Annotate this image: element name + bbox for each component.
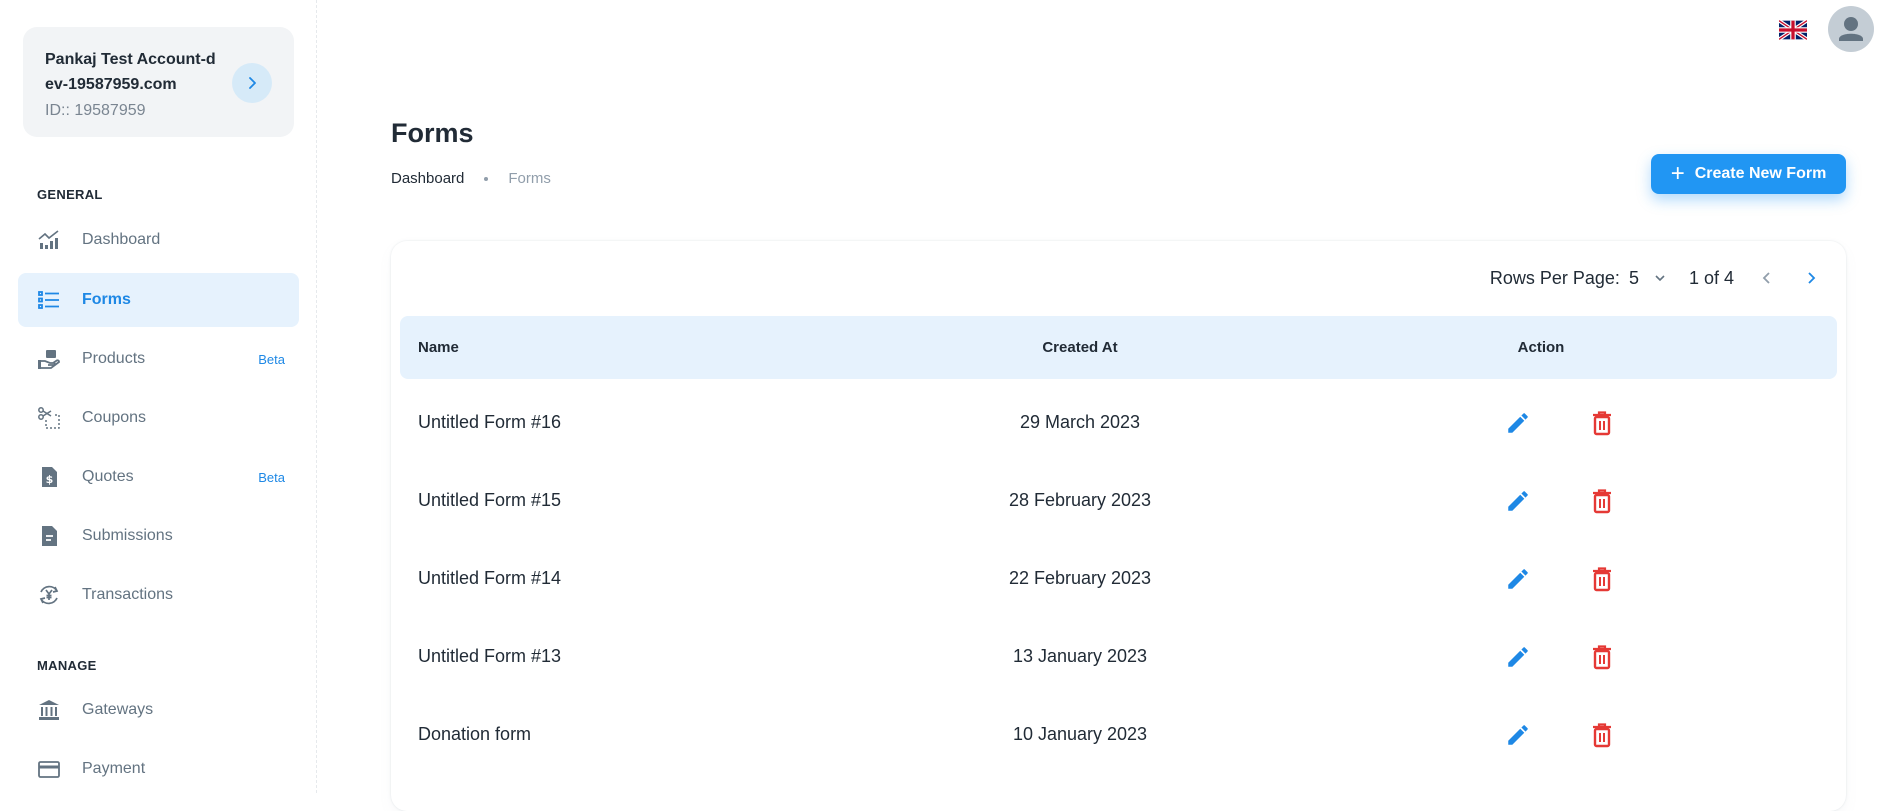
table-header: Name Created At Action	[400, 316, 1837, 379]
rows-per-page-label: Rows Per Page:	[1489, 267, 1620, 288]
chevron-right-icon	[1808, 272, 1816, 284]
edit-icon[interactable]	[1504, 409, 1532, 437]
table-row: Untitled Form #16 29 March 2023	[400, 383, 1837, 461]
delete-icon[interactable]	[1588, 721, 1616, 749]
delete-icon[interactable]	[1588, 565, 1616, 593]
sidebar-item-coupons[interactable]: Coupons	[18, 391, 299, 445]
sidebar-item-label: Coupons	[82, 409, 147, 426]
account-card[interactable]: Pankaj Test Account-dev-19587959.com ID:…	[23, 27, 294, 137]
delete-icon[interactable]	[1588, 643, 1616, 671]
edit-icon[interactable]	[1504, 487, 1532, 515]
sidebar-item-submissions[interactable]: Submissions	[18, 509, 299, 563]
column-header-name: Name	[418, 339, 459, 356]
sidebar-item-payment[interactable]: Payment	[18, 742, 299, 796]
invoice-dollar-icon: $	[36, 464, 62, 490]
account-id: ID:: 19587959	[45, 102, 146, 119]
sidebar-item-products[interactable]: Products Beta	[18, 332, 299, 386]
sidebar-item-transactions[interactable]: Transactions	[18, 568, 299, 622]
column-header-created-at: Created At	[1042, 339, 1118, 356]
form-name[interactable]: Untitled Form #14	[418, 539, 561, 617]
form-created-at: 29 March 2023	[1019, 412, 1141, 432]
column-header-action: Action	[1517, 339, 1565, 356]
sidebar-item-quotes[interactable]: $ Quotes Beta	[18, 450, 299, 504]
pagination: Rows Per Page: 5 1 of 4	[1490, 263, 1826, 293]
coupon-scissors-icon	[36, 405, 62, 431]
account-name: Pankaj Test Account-dev-19587959.com	[45, 51, 216, 93]
sidebar-item-dashboard[interactable]: Dashboard	[18, 213, 299, 267]
svg-text:$: $	[46, 473, 54, 486]
table-row: Untitled Form #13 13 January 2023	[400, 617, 1837, 695]
table-row: Untitled Form #15 28 February 2023	[400, 461, 1837, 539]
form-name[interactable]: Untitled Form #16	[418, 383, 561, 461]
delete-icon[interactable]	[1588, 409, 1616, 437]
beta-badge: Beta	[258, 469, 285, 485]
chevron-right-icon	[249, 77, 256, 89]
sidebar-item-label: Forms	[82, 291, 131, 308]
analytics-icon	[36, 227, 62, 253]
rows-per-page-select[interactable]: 5	[1629, 268, 1639, 289]
table-row: Untitled Form #14 22 February 2023	[400, 539, 1837, 617]
product-hand-icon	[36, 346, 62, 372]
sidebar-item-gateways[interactable]: Gateways	[18, 683, 299, 737]
prev-page-button[interactable]	[1752, 263, 1782, 293]
section-title-manage: MANAGE	[37, 658, 97, 673]
form-name[interactable]: Untitled Form #15	[418, 461, 561, 539]
create-new-form-button[interactable]: + Create New Form	[1651, 154, 1846, 194]
forms-table-card: Rows Per Page: 5 1 of 4 Name Created At …	[391, 241, 1846, 811]
uk-flag-icon[interactable]	[1777, 19, 1809, 41]
form-created-at: 10 January 2023	[1012, 724, 1148, 744]
form-created-at: 28 February 2023	[1008, 490, 1152, 510]
account-switch-button[interactable]	[232, 63, 272, 103]
chevron-down-icon[interactable]	[1653, 271, 1667, 285]
document-icon	[36, 523, 62, 549]
user-avatar-icon[interactable]	[1828, 6, 1874, 52]
sidebar-item-label: Transactions	[82, 586, 173, 603]
sidebar-item-label: Quotes	[82, 468, 134, 485]
next-page-button[interactable]	[1796, 263, 1826, 293]
edit-icon[interactable]	[1504, 643, 1532, 671]
sidebar-item-label: Submissions	[82, 527, 173, 544]
sidebar-item-label: Payment	[82, 760, 146, 777]
sidebar-item-label: Dashboard	[82, 231, 161, 248]
form-created-at: 22 February 2023	[1008, 568, 1152, 588]
currency-exchange-icon	[36, 582, 62, 608]
sidebar-item-label: Gateways	[82, 701, 154, 718]
breadcrumb-separator	[484, 176, 489, 181]
edit-icon[interactable]	[1504, 721, 1532, 749]
bank-icon	[36, 697, 62, 723]
form-name[interactable]: Untitled Form #13	[418, 617, 561, 695]
form-name[interactable]: Donation form	[418, 695, 531, 773]
delete-icon[interactable]	[1588, 487, 1616, 515]
sidebar-item-forms[interactable]: Forms	[18, 273, 299, 327]
plus-icon: +	[1670, 160, 1685, 187]
form-created-at: 13 January 2023	[1012, 646, 1148, 666]
list-icon	[36, 287, 62, 313]
table-row: Donation form 10 January 2023	[400, 695, 1837, 773]
section-title-general: GENERAL	[37, 187, 103, 202]
page-title: Forms	[391, 118, 474, 148]
breadcrumb: Dashboard Forms	[391, 170, 551, 187]
breadcrumb-current: Forms	[508, 170, 551, 187]
sidebar-item-label: Products	[82, 350, 146, 367]
credit-card-icon	[36, 756, 62, 782]
sidebar: Pankaj Test Account-dev-19587959.com ID:…	[0, 0, 317, 793]
create-new-form-label: Create New Form	[1694, 165, 1827, 182]
page-range: 1 of 4	[1688, 267, 1734, 288]
breadcrumb-dashboard-link[interactable]: Dashboard	[391, 170, 464, 187]
chevron-left-icon	[1762, 272, 1770, 284]
edit-icon[interactable]	[1504, 565, 1532, 593]
beta-badge: Beta	[258, 351, 285, 367]
